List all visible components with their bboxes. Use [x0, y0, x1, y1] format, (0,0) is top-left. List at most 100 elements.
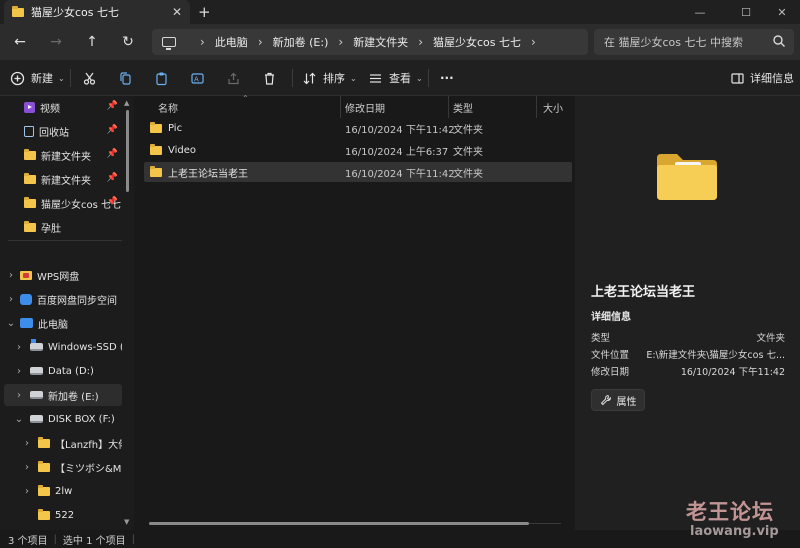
sidebar-item-wps[interactable]: › WPS网盘: [4, 264, 122, 286]
file-row[interactable]: Video 16/10/2024 上午6:37 文件夹: [144, 140, 572, 160]
new-tab-button[interactable]: +: [198, 3, 211, 21]
column-divider[interactable]: [340, 96, 341, 118]
sort-button[interactable]: 排序 ⌄: [302, 68, 357, 88]
breadcrumb-new-folder[interactable]: 新建文件夹: [353, 34, 408, 50]
svg-text:A: A: [194, 75, 199, 83]
search-input[interactable]: 在 猫屋少女cos 七七 中搜索: [594, 29, 794, 55]
breadcrumb-separator[interactable]: ›: [531, 35, 536, 49]
column-header-name[interactable]: 名称: [158, 96, 178, 118]
sidebar-item-2lw[interactable]: › 2lw: [4, 480, 122, 502]
breadcrumb-separator[interactable]: ›: [418, 35, 423, 49]
sidebar-item-drive-f[interactable]: ⌄ DISK BOX (F:): [4, 408, 122, 430]
breadcrumb-separator[interactable]: ›: [258, 35, 263, 49]
paste-button[interactable]: [154, 68, 169, 88]
forward-button[interactable]: →: [46, 33, 66, 51]
navigation-pane[interactable]: ▲ 视频 📌 回收站 📌 新建文件夹 📌 新建文件夹 📌 猫屋少女cos 七七 …: [0, 96, 134, 530]
chevron-right-icon[interactable]: ›: [4, 294, 18, 305]
chevron-right-icon[interactable]: ›: [12, 342, 26, 353]
properties-label: 属性: [616, 396, 637, 408]
delete-button[interactable]: [262, 68, 277, 88]
window-close-button[interactable]: ✕: [762, 0, 800, 24]
column-header-type[interactable]: 类型: [453, 96, 473, 118]
toolbar-divider: [70, 69, 71, 87]
close-tab-icon[interactable]: ✕: [172, 5, 182, 19]
sidebar-item-label: 【Lanzfh】大佬3: [55, 439, 122, 451]
file-list[interactable]: ⌃ 名称 修改日期 类型 大小 Pic 16/10/2024 下午11:42 文…: [134, 94, 574, 530]
breadcrumb-this-pc[interactable]: 此电脑: [215, 34, 248, 50]
this-pc-icon: [20, 318, 33, 328]
sidebar-item-lanzfh[interactable]: › 【Lanzfh】大佬3: [4, 432, 122, 454]
column-header-date[interactable]: 修改日期: [345, 96, 385, 118]
tab-title: 猫屋少女cos 七七: [31, 6, 120, 19]
breadcrumb-separator[interactable]: ›: [200, 35, 205, 49]
back-button[interactable]: ←: [10, 33, 30, 51]
file-row-selected[interactable]: 上老王论坛当老王 16/10/2024 下午11:42 文件夹: [144, 162, 572, 182]
drive-icon: [30, 415, 43, 423]
cut-button[interactable]: [82, 68, 97, 88]
sidebar-item-label: 百度网盘同步空间: [37, 295, 117, 307]
column-header-size[interactable]: 大小: [543, 96, 563, 118]
sidebar-item-label: 孕肚: [41, 223, 61, 235]
sidebar-item-videos[interactable]: 视频 📌: [4, 96, 122, 118]
refresh-button[interactable]: ↻: [118, 33, 138, 51]
file-row[interactable]: Pic 16/10/2024 下午11:42 文件夹: [144, 118, 572, 138]
folder-icon: [150, 121, 162, 133]
explorer-tab[interactable]: 猫屋少女cos 七七 ✕: [4, 0, 190, 24]
breadcrumb-current-folder[interactable]: 猫屋少女cos 七七: [433, 34, 521, 50]
properties-button[interactable]: 属性: [591, 389, 645, 411]
address-bar[interactable]: › 此电脑 › 新加卷 (E:) › 新建文件夹 › 猫屋少女cos 七七 ›: [152, 29, 588, 55]
folder-icon: [38, 436, 50, 448]
plus-circle-icon: [10, 71, 25, 85]
sidebar-item-522[interactable]: 522: [4, 504, 122, 526]
rename-icon: A: [191, 72, 204, 84]
details-row-modified: 修改日期 16/10/2024 下午11:42: [591, 364, 785, 380]
sidebar-item-cat-house[interactable]: 猫屋少女cos 七七 📌: [4, 192, 122, 214]
drive-icon: [30, 339, 43, 351]
sidebar-item-new-folder-2[interactable]: 新建文件夹 📌: [4, 168, 122, 190]
copy-button[interactable]: [118, 68, 133, 88]
wrench-icon: [600, 394, 611, 406]
view-button[interactable]: 查看 ⌄: [368, 68, 423, 88]
new-button[interactable]: 新建 ⌄: [10, 68, 65, 88]
sidebar-item-new-folder-1[interactable]: 新建文件夹 📌: [4, 144, 122, 166]
scroll-down-icon[interactable]: ▼: [124, 518, 129, 526]
chevron-right-icon[interactable]: ›: [12, 366, 26, 377]
minimize-button[interactable]: —: [680, 0, 720, 24]
sidebar-item-drive-c[interactable]: › Windows-SSD (C:): [4, 336, 122, 358]
breadcrumb-drive-e[interactable]: 新加卷 (E:): [273, 34, 329, 50]
chevron-right-icon[interactable]: ›: [20, 462, 34, 473]
column-divider[interactable]: [536, 96, 537, 118]
rename-button[interactable]: A: [190, 68, 205, 88]
sidebar-item-drive-e[interactable]: › 新加卷 (E:): [4, 384, 122, 406]
sidebar-item-baidu[interactable]: › 百度网盘同步空间: [4, 288, 122, 310]
details-pane-button[interactable]: 详细信息: [730, 68, 794, 88]
sidebar-scrollbar[interactable]: [126, 110, 129, 192]
breadcrumb-separator[interactable]: ›: [338, 35, 343, 49]
more-options-button[interactable]: ···: [440, 68, 454, 88]
chevron-down-icon[interactable]: ⌄: [4, 318, 18, 329]
details-value: 16/10/2024 下午11:42: [680, 367, 785, 378]
sidebar-item-mitsuboshi[interactable]: › 【ミツボシ&Mits: [4, 456, 122, 478]
sidebar-item-drive-d[interactable]: › Data (D:): [4, 360, 122, 382]
horizontal-scrollbar[interactable]: [149, 522, 529, 525]
scroll-up-icon[interactable]: ▲: [124, 99, 129, 107]
sidebar-item-recycle-bin[interactable]: 回收站 📌: [4, 120, 122, 142]
details-label: 详细信息: [750, 72, 794, 85]
details-key: 修改日期: [591, 367, 630, 378]
up-button[interactable]: ↑: [82, 33, 102, 51]
chevron-right-icon[interactable]: ›: [20, 438, 34, 449]
chevron-right-icon[interactable]: ›: [4, 270, 18, 281]
maximize-button[interactable]: ☐: [726, 0, 766, 24]
share-button[interactable]: [226, 68, 241, 88]
chevron-right-icon[interactable]: ›: [12, 390, 26, 401]
drive-icon: [30, 391, 43, 399]
file-type: 文件夹: [453, 168, 483, 180]
column-divider[interactable]: [448, 96, 449, 118]
sidebar-item-this-pc[interactable]: ⌄ 此电脑: [4, 312, 122, 334]
file-name: Video: [168, 144, 197, 156]
drive-icon: [30, 367, 43, 375]
sidebar-item-yundu[interactable]: 孕肚: [4, 216, 122, 238]
item-count: 3 个项目: [8, 535, 48, 547]
chevron-down-icon[interactable]: ⌄: [12, 414, 26, 425]
chevron-right-icon[interactable]: ›: [20, 486, 34, 497]
